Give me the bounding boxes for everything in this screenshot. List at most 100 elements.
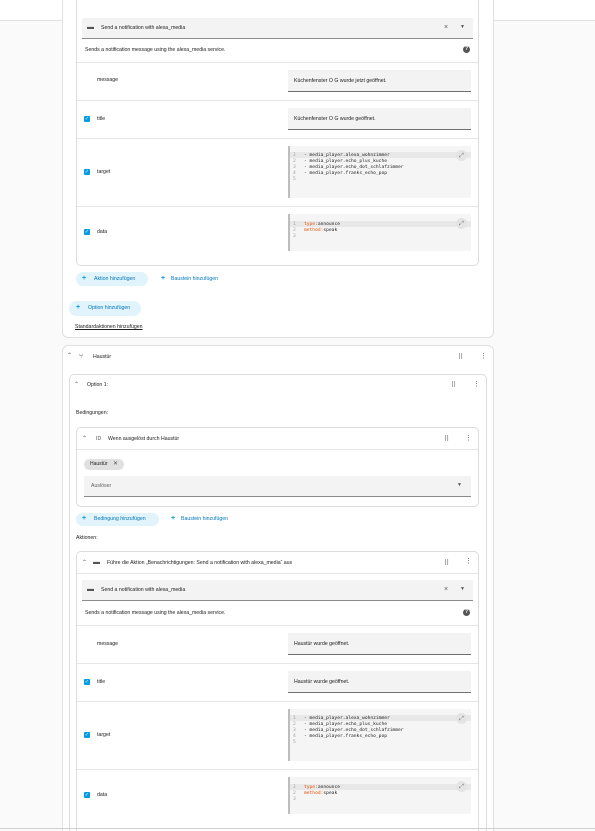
target-checkbox[interactable]: ✓ xyxy=(84,169,90,175)
service-select[interactable]: ▬ Send a notification with alexa_media ×… xyxy=(82,580,473,601)
plus-icon: + xyxy=(171,515,176,522)
condition-title: Wenn ausgelöst durch Haustür xyxy=(108,436,180,442)
option-title: Option 1: xyxy=(87,382,109,388)
field-label-title: title xyxy=(97,679,106,685)
title-input-value: Küchenfenster O G wurde geöffnet. xyxy=(294,116,376,122)
expand-icon[interactable]: ⤢ xyxy=(456,218,467,229)
field-divider xyxy=(77,62,478,63)
plus-icon: + xyxy=(82,275,87,282)
more-vertical-icon[interactable]: ⋮ xyxy=(480,353,487,360)
data-code-editor[interactable]: 1 type: announce 2 method: speak 3 ⤢ xyxy=(288,777,471,814)
message-input-value: Haustür wurde geöffnet. xyxy=(294,641,350,647)
add-condition-button[interactable]: + Bedingung hinzufügen xyxy=(76,513,159,526)
target-code-editor[interactable]: 1- media_player.alexa_wohnzimmer 2- medi… xyxy=(288,146,471,198)
title-checkbox[interactable]: ✓ xyxy=(84,679,90,685)
trigger-select-placeholder: Auslöser xyxy=(91,483,112,489)
message-input[interactable]: Haustür wurde geöffnet. xyxy=(288,633,471,655)
expand-icon[interactable]: ⤢ xyxy=(456,781,467,792)
message-input[interactable]: Küchenfenster O G wurde jetzt geöffnet. xyxy=(288,70,471,92)
conditions-heading: Bedingungen: xyxy=(76,410,109,416)
close-icon[interactable]: ✕ xyxy=(113,461,118,467)
add-action-button[interactable]: + Aktion hinzufügen xyxy=(76,272,148,286)
field-label-title: title xyxy=(97,116,106,122)
trigger-select[interactable]: Auslöser ▼ xyxy=(84,476,471,497)
comment-icon: ▬ xyxy=(87,24,94,31)
section-title: Haustür xyxy=(93,354,112,360)
add-block-button[interactable]: + Baustein hinzufügen xyxy=(160,272,230,286)
help-icon[interactable]: ? xyxy=(463,46,470,53)
title-input[interactable]: Küchenfenster O G wurde geöffnet. xyxy=(288,108,471,130)
drag-handle-icon[interactable]: ⠿ xyxy=(451,382,456,389)
plus-icon: + xyxy=(161,275,166,282)
chevron-down-icon[interactable]: ▼ xyxy=(460,25,465,30)
field-divider xyxy=(77,100,478,101)
close-icon[interactable]: × xyxy=(444,586,448,593)
chevron-down-icon[interactable]: ▼ xyxy=(460,587,465,592)
bottom-divider xyxy=(0,828,595,829)
add-option-button[interactable]: + Option hinzufügen xyxy=(69,301,141,316)
actions-heading: Aktionen: xyxy=(76,535,98,541)
service-description: Sends a notification message using the a… xyxy=(85,47,226,53)
help-icon[interactable]: ? xyxy=(463,609,470,616)
field-label-message: message xyxy=(97,641,119,647)
add-action-label: Aktion hinzufügen xyxy=(94,276,136,282)
action-title: Führe die Aktion „Benachrichtigungen: Se… xyxy=(107,560,293,566)
field-divider xyxy=(77,663,478,664)
service-select-value: Send a notification with alexa_media xyxy=(101,25,186,31)
trigger-chip-label: Haustür xyxy=(90,461,108,467)
add-block-button[interactable]: + Baustein hinzufügen xyxy=(170,513,240,526)
code-line: 5 xyxy=(293,739,296,745)
add-default-actions-link[interactable]: Standardaktionen hinzufügen xyxy=(75,324,143,330)
chevron-down-icon[interactable]: ▼ xyxy=(457,483,462,488)
data-code-editor[interactable]: 1 type: announce 2 method: speak 3 ⤢ xyxy=(288,214,471,251)
service-select-value: Send a notification with alexa_media xyxy=(101,587,186,593)
chevron-up-icon[interactable]: ⌃ xyxy=(67,353,72,359)
service-select[interactable]: ▬ Send a notification with alexa_media ×… xyxy=(82,18,473,39)
field-label-target: target xyxy=(97,169,111,175)
plus-icon: + xyxy=(82,515,87,522)
plus-icon: + xyxy=(76,304,81,311)
chevron-up-icon[interactable]: ⌃ xyxy=(74,382,79,388)
comment-icon: ▬ xyxy=(87,586,94,593)
drag-handle-icon[interactable]: ⠿ xyxy=(458,354,463,361)
field-label-data: data xyxy=(97,792,108,798)
code-line: 5 xyxy=(293,176,296,182)
more-vertical-icon[interactable]: ⋮ xyxy=(465,558,472,565)
comment-icon: ▬ xyxy=(93,559,100,566)
target-code-editor[interactable]: 1- media_player.alexa_wohnzimmer 2- medi… xyxy=(288,709,471,761)
condition-divider xyxy=(77,449,478,450)
chevron-up-icon[interactable]: ⌃ xyxy=(82,436,87,442)
code-line: 3 xyxy=(293,796,296,802)
action-divider xyxy=(77,573,478,574)
choose-icon: ⑂ xyxy=(79,353,84,360)
id-icon: ID xyxy=(96,436,102,442)
data-checkbox[interactable]: ✓ xyxy=(84,792,90,798)
chevron-up-icon[interactable]: ⌃ xyxy=(82,560,87,566)
title-input[interactable]: Haustür wurde geöffnet. xyxy=(288,671,471,693)
title-checkbox[interactable]: ✓ xyxy=(84,116,90,122)
field-label-data: data xyxy=(97,229,108,235)
expand-icon[interactable]: ⤢ xyxy=(456,713,467,724)
code-line: 3 xyxy=(293,233,296,239)
drag-handle-icon[interactable]: ⠿ xyxy=(444,560,449,567)
close-icon[interactable]: × xyxy=(444,24,448,31)
field-divider xyxy=(77,769,478,770)
field-divider xyxy=(77,138,478,139)
field-label-message: message xyxy=(97,77,119,83)
add-block-label: Baustein hinzufügen xyxy=(181,516,229,522)
expand-icon[interactable]: ⤢ xyxy=(456,150,467,161)
add-condition-label: Bedingung hinzufügen xyxy=(94,516,146,522)
more-vertical-icon[interactable]: ⋮ xyxy=(473,381,480,388)
message-input-value: Küchenfenster O G wurde jetzt geöffnet. xyxy=(294,78,387,84)
field-divider xyxy=(77,625,478,626)
service-description: Sends a notification message using the a… xyxy=(85,610,226,616)
trigger-chip[interactable]: Haustür ✕ xyxy=(84,459,124,470)
add-option-label: Option hinzufügen xyxy=(88,305,131,311)
target-checkbox[interactable]: ✓ xyxy=(84,732,90,738)
data-checkbox[interactable]: ✓ xyxy=(84,229,90,235)
drag-handle-icon[interactable]: ⠿ xyxy=(444,436,449,443)
title-input-value: Haustür wurde geöffnet. xyxy=(294,679,350,685)
more-vertical-icon[interactable]: ⋮ xyxy=(465,435,472,442)
field-divider xyxy=(77,701,478,702)
field-label-target: target xyxy=(97,732,111,738)
